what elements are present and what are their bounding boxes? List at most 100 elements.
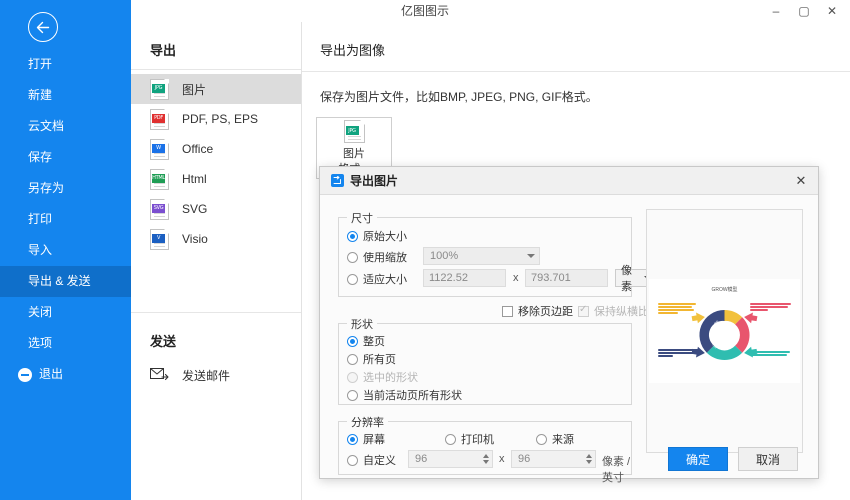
fit-multiply-label: x (513, 272, 519, 284)
tile-label-line1: 图片 (343, 148, 365, 160)
send-item-email-label: 发送邮件 (182, 368, 231, 383)
svg-file-icon: SVG (150, 198, 169, 220)
mail-send-icon (150, 366, 169, 384)
dialog-body: 尺寸 原始大小 使用缩放 100% 适应大小 1122.52 x 793.701… (320, 195, 818, 484)
fit-width-input[interactable]: 1122.52 (423, 269, 506, 287)
shape-whole-page-label: 整页 (363, 336, 385, 348)
maximize-button[interactable]: ▢ (790, 0, 818, 22)
format-item-office-label: Office (182, 142, 214, 156)
sidebar-item-save-as[interactable]: 另存为 (0, 173, 131, 204)
size-original-label: 原始大小 (363, 231, 407, 243)
export-heading: 导出 (150, 43, 177, 58)
keep-ratio-label: 保持纵横比 (594, 306, 649, 318)
shape-group: 形状 整页 所有页 选中的形状 当前活动页所有形状 (338, 316, 632, 405)
sidebar-item-close[interactable]: 关闭 (0, 297, 131, 328)
format-item-visio-label: Visio (182, 232, 208, 246)
format-item-svg[interactable]: SVG SVG (131, 194, 301, 224)
send-item-email[interactable]: 发送邮件 (131, 360, 301, 390)
minimize-button[interactable]: – (762, 0, 790, 22)
sidebar: 打开 新建 云文档 保存 另存为 打印 导入 导出 & 发送 关闭 选项 退出 (0, 0, 131, 500)
word-file-icon: W (150, 138, 169, 160)
tile-jpg-file-icon: JPG (343, 120, 365, 143)
page-title: 导出为图像 (320, 43, 386, 58)
shape-whole-page-radio[interactable] (347, 335, 358, 347)
format-item-image-label: 图片 (182, 82, 207, 97)
format-item-html[interactable]: HTML Html (131, 164, 301, 194)
format-item-image[interactable]: JPG 图片 (131, 74, 301, 104)
preview-note-bottomleft (658, 349, 702, 358)
shape-option-current-page-shapes[interactable]: 当前活动页所有形状 (347, 387, 462, 403)
preview-panel: GROW模型 目标 现状 选择 行动 (646, 209, 803, 453)
export-image-dialog: 导出图片 ✕ 尺寸 原始大小 使用缩放 100% 适应大小 1122.52 x … (319, 166, 819, 484)
shape-option-whole-page[interactable]: 整页 (347, 333, 385, 349)
divider-send (131, 312, 301, 313)
ok-button[interactable]: 确定 (668, 447, 728, 471)
resolution-group-legend: 分辨率 (347, 414, 388, 430)
preview-page: GROW模型 目标 现状 选择 行动 (649, 279, 800, 383)
shape-selected-shapes-radio (347, 371, 358, 383)
visio-file-icon: V (150, 228, 169, 250)
shape-current-page-shapes-radio[interactable] (347, 389, 358, 401)
shape-selected-shapes-label: 选中的形状 (363, 372, 418, 384)
keep-ratio-checkbox (578, 304, 589, 317)
remove-margin-checkbox-row[interactable]: 移除页边距 (502, 303, 573, 319)
sidebar-item-open[interactable]: 打开 (0, 49, 131, 80)
dialog-header: 导出图片 ✕ (320, 167, 818, 195)
divider (131, 69, 301, 70)
html-file-icon: HTML (150, 168, 169, 190)
sidebar-item-export-send[interactable]: 导出 & 发送 (0, 266, 131, 297)
size-fit-radio[interactable] (347, 273, 358, 285)
format-item-visio[interactable]: V Visio (131, 224, 301, 254)
cancel-button[interactable]: 取消 (738, 447, 798, 471)
send-heading: 发送 (150, 334, 177, 349)
preview-note-topleft (658, 303, 698, 315)
pdf-file-icon: PDF (150, 108, 169, 130)
close-window-button[interactable]: ✕ (818, 0, 846, 22)
sidebar-item-save[interactable]: 保存 (0, 142, 131, 173)
remove-margin-label: 移除页边距 (518, 306, 573, 318)
sidebar-item-cloud-doc[interactable]: 云文档 (0, 111, 131, 142)
shape-current-page-shapes-label: 当前活动页所有形状 (363, 390, 462, 402)
preview-note-bottomright (750, 351, 792, 357)
jpg-file-icon: JPG (150, 78, 169, 100)
fit-width-value: 1122.52 (429, 272, 468, 284)
size-scale-label: 使用缩放 (363, 252, 407, 264)
keep-ratio-checkbox-row: 保持纵横比 (578, 303, 649, 319)
dialog-footer: 确定 取消 (320, 439, 818, 479)
size-group: 尺寸 原始大小 使用缩放 100% 适应大小 1122.52 x 793.701… (338, 210, 657, 297)
size-fit-radio-row[interactable]: 适应大小 (347, 271, 407, 287)
exit-icon (18, 367, 32, 382)
size-unit-text: 像素 (621, 265, 632, 293)
size-original-radio-row[interactable]: 原始大小 (347, 228, 407, 244)
shape-option-selected-shapes: 选中的形状 (347, 369, 418, 385)
dialog-close-icon[interactable]: ✕ (784, 167, 818, 194)
shape-option-all-pages[interactable]: 所有页 (347, 351, 396, 367)
sidebar-item-options[interactable]: 选项 (0, 328, 131, 359)
shape-group-legend: 形状 (347, 316, 377, 332)
format-item-svg-label: SVG (182, 202, 208, 216)
size-fit-label: 适应大小 (363, 274, 407, 286)
page-description: 保存为图片文件，比如BMP, JPEG, PNG, GIF格式。 (320, 90, 598, 104)
back-button[interactable] (28, 12, 58, 42)
scale-value-combo[interactable]: 100% (423, 247, 540, 265)
format-item-pdf[interactable]: PDF PDF, PS, EPS (131, 104, 301, 134)
sidebar-item-exit-label: 退出 (39, 367, 64, 381)
size-scale-radio[interactable] (347, 251, 358, 263)
chevron-down-icon (527, 254, 535, 258)
fit-height-input[interactable]: 793.701 (525, 269, 608, 287)
format-item-office[interactable]: W Office (131, 134, 301, 164)
shape-all-pages-label: 所有页 (363, 354, 396, 366)
sidebar-item-new[interactable]: 新建 (0, 80, 131, 111)
sidebar-item-exit[interactable]: 退出 (0, 359, 131, 390)
export-format-column: 导出 JPG 图片 PDF PDF, PS, EPS W Office HTML… (131, 22, 302, 500)
sidebar-item-import[interactable]: 导入 (0, 235, 131, 266)
sidebar-item-print[interactable]: 打印 (0, 204, 131, 235)
remove-margin-checkbox[interactable] (502, 305, 513, 317)
size-scale-radio-row[interactable]: 使用缩放 (347, 249, 407, 265)
shape-all-pages-radio[interactable] (347, 353, 358, 365)
dialog-title: 导出图片 (350, 174, 399, 188)
size-original-radio[interactable] (347, 230, 358, 242)
size-group-legend: 尺寸 (347, 210, 377, 226)
export-image-icon (331, 174, 344, 187)
grow-model-diagram: 目标 现状 选择 行动 (691, 309, 758, 361)
